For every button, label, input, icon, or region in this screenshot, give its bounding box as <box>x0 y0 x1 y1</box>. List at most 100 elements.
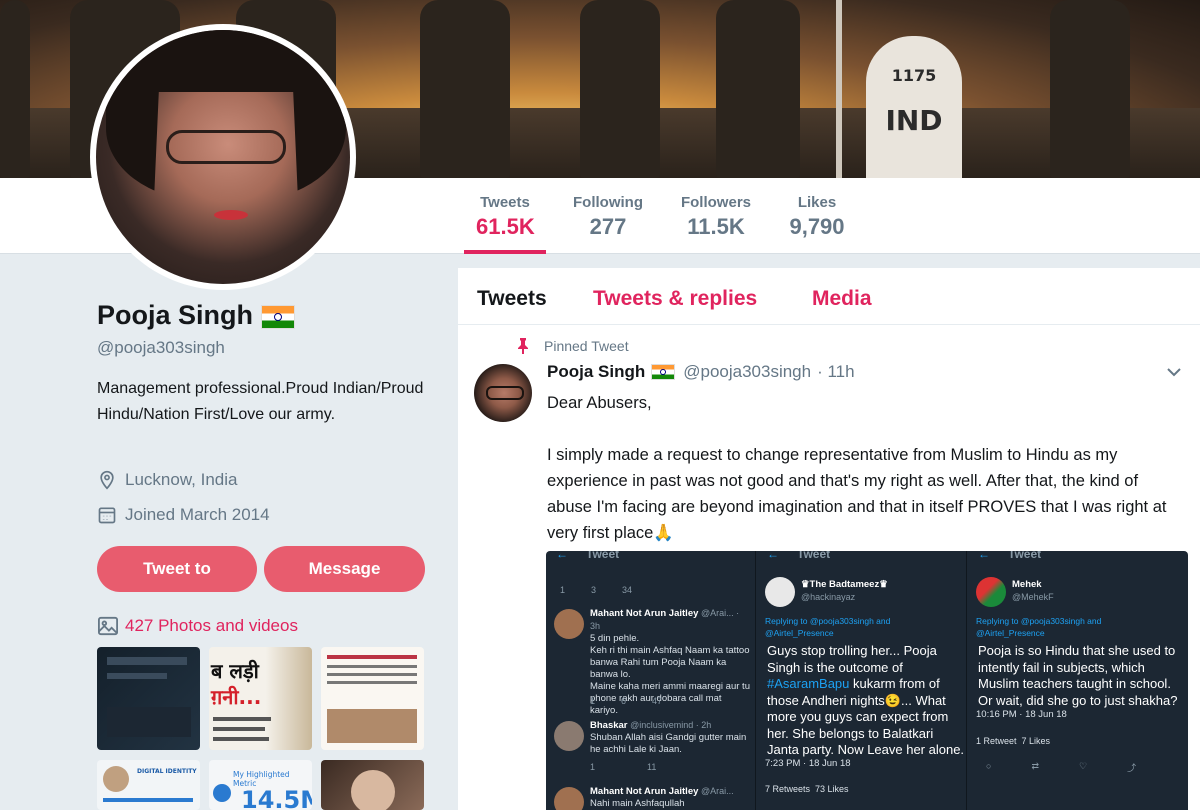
image-icon <box>98 616 118 636</box>
thumb-text: ब लड़ी <box>211 659 259 683</box>
embed-like-count: 11 <box>647 762 657 772</box>
tweet-text: Dear Abusers, I simply made a request to… <box>547 394 1167 542</box>
embed-reply-text: Nahi main Ashfaqullah <box>590 798 685 809</box>
photos-videos-link[interactable]: 427 Photos and videos <box>97 616 298 636</box>
tweet-author-name[interactable]: Pooja Singh <box>547 362 645 382</box>
thumb-content <box>351 770 395 810</box>
embed-author-handle: @MehekF <box>1012 592 1054 602</box>
banner-soldier <box>1050 0 1130 178</box>
tab-media[interactable]: Media <box>812 287 872 311</box>
embed-author: Mehek @MehekF <box>1012 579 1054 604</box>
pinned-tweet-label: Pinned Tweet <box>516 338 629 354</box>
thumb-text: ग़नी... <box>211 685 262 709</box>
thumb-content <box>327 665 417 668</box>
tweet-to-button[interactable]: Tweet to <box>97 546 257 592</box>
embed-col-header: ← Tweet <box>978 551 1041 561</box>
embed-reply: Mahant Not Arun Jaitley @Arai... Nahi ma… <box>590 785 750 810</box>
media-thumbnail[interactable]: ब लड़ी ग़नी... <box>209 647 312 750</box>
tweet-author-handle[interactable]: @pooja303singh <box>683 362 811 382</box>
embed-author-handle: @hackinayaz <box>801 592 856 602</box>
profile-avatar[interactable] <box>90 24 356 290</box>
embed-counts: 1 Retweet 7 Likes <box>976 736 1051 746</box>
location-pin-icon <box>100 470 114 490</box>
embed-reply-handle: @Arai... <box>701 786 734 796</box>
stat-value: 11.5K <box>687 214 745 239</box>
tweet-header: Pooja Singh @pooja303singh · 11h <box>547 362 855 382</box>
thumb-content <box>107 707 191 737</box>
thumb-content <box>327 681 417 684</box>
message-button[interactable]: Message <box>264 546 425 592</box>
timeline: Tweets Tweets & replies Media Pinned Twe… <box>458 268 1200 810</box>
photos-videos-text: 427 Photos and videos <box>125 616 298 635</box>
thumb-content <box>107 657 187 665</box>
embed-avatar <box>765 577 795 607</box>
stat-followers[interactable]: Followers 11.5K <box>680 194 752 240</box>
embed-like-count: 34 <box>622 585 633 595</box>
embed-counts: 7 Retweets 73 Likes <box>765 784 849 794</box>
embed-rt-count: 6 <box>621 696 627 706</box>
embed-text-part: Guys stop trolling her... Pooja Singh is… <box>767 643 937 675</box>
joined-text: Joined March 2014 <box>125 505 270 524</box>
chevron-down-icon[interactable] <box>1166 364 1182 380</box>
embed-reply-name: Bhaskar <box>590 720 628 731</box>
banner-soldier <box>420 0 510 178</box>
tab-tweets[interactable]: Tweets <box>477 287 547 311</box>
tweet-image[interactable]: ← Tweet 1 3 34 Mahant Not Arun Jaitley @A… <box>546 551 1188 810</box>
embed-tweet-text: Guys stop trolling her... Pooja Singh is… <box>767 643 967 759</box>
retweet-icon: ⇄ <box>1031 761 1039 771</box>
tab-tweets-replies[interactable]: Tweets & replies <box>593 287 757 311</box>
media-thumbnail[interactable] <box>321 647 424 750</box>
stat-tweets[interactable]: Tweets 61.5K <box>464 194 546 254</box>
embed-hashtag: #AsaramBapu <box>767 676 850 691</box>
location-text: Lucknow, India <box>125 470 238 489</box>
profile-handle[interactable]: @pooja303singh <box>97 338 225 358</box>
embed-rt-count: 3 <box>591 585 597 595</box>
profile-location: Lucknow, India <box>97 470 237 490</box>
stat-value: 9,790 <box>789 214 845 239</box>
stat-following[interactable]: Following 277 <box>572 194 644 240</box>
embed-replying-to: Replying to @pooja303singh and @Airtel_P… <box>765 616 891 638</box>
stat-value: 277 <box>589 214 627 239</box>
banner-soldier <box>716 0 800 178</box>
embed-timestamp: 10:16 PM · 18 Jun 18 <box>976 709 1067 720</box>
embed-timestamp: 7:23 PM · 18 Jun 18 <box>765 758 851 769</box>
flag-pole <box>836 0 842 178</box>
thumb-content <box>213 784 231 802</box>
stat-likes[interactable]: Likes 9,790 <box>786 194 848 240</box>
embed-reply-text: Shuban Allah aisi Gandgi gutter main he … <box>590 732 747 755</box>
embed-actions: 1 6 47 <box>590 696 662 706</box>
embed-actions: ○ ⇄ ♡ ⤴ <box>986 761 1136 774</box>
media-thumbnail[interactable]: DIGITAL IDENTITY <box>97 760 200 810</box>
milestone-number: 1175 <box>891 66 937 85</box>
embed-reply-name: Mahant Not Arun Jaitley <box>590 786 699 797</box>
avatar-hair <box>106 30 346 200</box>
embed-author-name: ♛The Badtameez♛ <box>801 579 888 590</box>
india-flag-icon <box>261 304 296 329</box>
india-flag-icon <box>651 364 676 380</box>
embed-actions: 1 11 <box>590 762 656 772</box>
embed-actions: 1 3 34 <box>560 585 632 595</box>
thumb-text: DIGITAL IDENTITY <box>137 768 197 775</box>
avatar-lips <box>214 210 248 220</box>
embed-author: ♛The Badtameez♛ @hackinayaz <box>801 579 888 604</box>
embed-like-count: 47 <box>652 696 663 706</box>
profile-name: Pooja Singh <box>97 300 296 331</box>
media-thumbnail[interactable] <box>97 647 200 750</box>
embed-col-header-text: Tweet <box>1008 551 1042 561</box>
media-thumbnail[interactable] <box>321 760 424 810</box>
profile-bio: Management professional.Proud Indian/Pro… <box>97 380 424 423</box>
embed-replying-to: Replying to @pooja303singh and @Airtel_P… <box>976 616 1102 638</box>
embed-avatar <box>976 577 1006 607</box>
embed-column-badtameez: ← Tweet ♛The Badtameez♛ @hackinayaz Reply… <box>757 551 967 810</box>
profile-name-text: Pooja Singh <box>97 300 254 330</box>
embed-avatar <box>554 609 584 639</box>
media-thumbnail[interactable]: My Highlighted Metric 14.5M <box>209 760 312 810</box>
tweet-time[interactable]: · 11h <box>817 362 855 382</box>
embed-col-header-text: Tweet <box>586 551 620 561</box>
stat-value: 61.5K <box>476 214 535 239</box>
tweet-author-avatar[interactable] <box>474 364 532 422</box>
profile-joined: Joined March 2014 <box>97 505 270 525</box>
embed-reply-count: 1 <box>590 696 596 706</box>
like-icon: ♡ <box>1078 761 1088 771</box>
embed-author-name: Mehek <box>1012 579 1042 590</box>
